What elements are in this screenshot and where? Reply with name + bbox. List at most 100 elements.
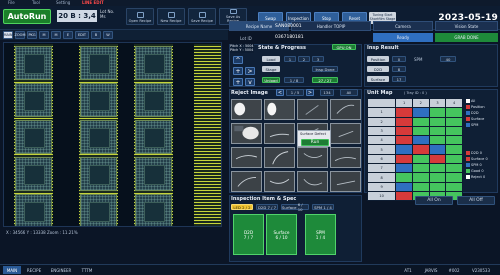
reject-thumbnail[interactable] — [297, 171, 328, 192]
nav-right-button[interactable]: > — [245, 67, 255, 75]
all-off-button[interactable]: All Off — [457, 196, 495, 205]
slot-1[interactable]: 1 — [284, 56, 296, 62]
unit-map-cell[interactable] — [445, 116, 463, 127]
all-on-button[interactable]: All On — [415, 196, 453, 205]
unit-map-cell[interactable] — [395, 172, 413, 183]
view-pkg-button[interactable]: PKG — [27, 31, 37, 39]
nav-add-button[interactable]: + — [233, 78, 243, 86]
reject-thumbnail[interactable] — [231, 147, 262, 168]
spec-chip-surface[interactable]: Surface 6 / 10 — [281, 202, 309, 212]
reject-thumbnail[interactable] — [297, 147, 328, 168]
view-edit-button[interactable]: EDIT — [75, 31, 89, 39]
spec-chip-d2d[interactable]: D2D 7 / 7 — [256, 204, 278, 210]
reject-thumbnail[interactable] — [264, 123, 295, 144]
unit-map-cell[interactable] — [395, 125, 413, 137]
spec-card-surface[interactable]: Surface 6 / 10 — [266, 214, 297, 255]
menu-file[interactable]: File — [8, 0, 15, 5]
unit-map-cell[interactable] — [445, 172, 463, 183]
bottom-tab-recipe[interactable]: RECIPE — [23, 266, 45, 274]
unit-map-cell[interactable] — [395, 107, 413, 118]
reject-thumbnail[interactable] — [231, 99, 262, 120]
unit-map-cell[interactable] — [428, 172, 447, 183]
unit-map-cell[interactable] — [411, 163, 430, 174]
reject-thumbnail[interactable] — [231, 123, 262, 144]
unit-map-cell[interactable] — [411, 144, 430, 155]
unit-map-cell[interactable] — [428, 144, 447, 155]
unit-map-cell[interactable] — [428, 163, 447, 174]
tab-vision-state[interactable]: Vision State — [435, 21, 498, 31]
unit-map-cell[interactable] — [428, 135, 447, 146]
bottom-tab-main[interactable]: MAIN — [3, 266, 21, 274]
unit-map-cell[interactable] — [395, 163, 413, 174]
reject-thumbnail[interactable] — [330, 123, 361, 144]
spec-card-d2d[interactable]: D2D 7 / 7 — [233, 214, 264, 255]
open-recipe-button[interactable]: Open Recipe — [126, 8, 154, 25]
menu-setting[interactable]: Setting — [56, 0, 70, 5]
unit-map-cell[interactable] — [395, 135, 413, 146]
unit-map-cell[interactable] — [445, 144, 463, 155]
unit-map-cell[interactable] — [445, 181, 463, 192]
nav-up-button[interactable]: ^ — [233, 56, 243, 64]
menu-tool[interactable]: Tool — [32, 0, 40, 5]
bottom-tab-engineer[interactable]: ENGINEER — [47, 266, 75, 274]
next-page-button[interactable]: > — [306, 89, 314, 96]
unit-map-cell[interactable] — [445, 125, 463, 137]
view-m1-button[interactable]: M — [39, 31, 49, 39]
unit-map-cell[interactable] — [445, 135, 463, 146]
prev-page-button[interactable]: < — [276, 89, 284, 96]
unit-map-cell[interactable] — [395, 153, 413, 165]
view-m2-button[interactable]: M — [51, 31, 61, 39]
new-recipe-button[interactable]: New Recipe — [157, 8, 185, 25]
unit-map-cell[interactable] — [428, 107, 447, 118]
unit-map-cell[interactable] — [428, 116, 447, 127]
reject-thumbnail[interactable] — [297, 99, 328, 120]
legend-item[interactable]: SPM — [466, 122, 485, 128]
reject-thumbnail[interactable] — [330, 99, 361, 120]
reject-thumbnail[interactable] — [330, 147, 361, 168]
unit-map-cell[interactable] — [411, 125, 430, 137]
unit-map-cell[interactable] — [428, 125, 447, 137]
unload-button[interactable]: Unload — [262, 77, 280, 83]
unit-map-cell[interactable] — [411, 181, 430, 192]
unit-map-cell[interactable] — [445, 107, 463, 118]
unit-map-cell[interactable] — [411, 153, 430, 165]
reject-all-button[interactable]: All — [340, 89, 358, 96]
popup-run-button[interactable]: Run — [301, 139, 329, 146]
reject-thumbnail[interactable] — [231, 171, 262, 192]
view-zoom-button[interactable]: ZOOM — [15, 31, 25, 39]
slot-2[interactable]: 2 — [298, 56, 310, 62]
view-b-button[interactable]: B — [91, 31, 101, 39]
unit-map-cell[interactable] — [411, 107, 430, 118]
reject-thumbnail[interactable] — [330, 171, 361, 192]
tab-camera[interactable]: Camera — [373, 21, 433, 31]
spec-chip-led[interactable]: LED 2 / 2 — [231, 204, 253, 210]
unit-map-cell[interactable] — [445, 153, 463, 165]
unit-map-cell[interactable] — [395, 190, 413, 202]
view-w-button[interactable]: W — [103, 31, 113, 39]
reject-thumbnail[interactable] — [264, 99, 295, 120]
reject-thumbnail[interactable] — [264, 171, 295, 192]
unit-map-cell[interactable] — [411, 135, 430, 146]
unit-map-cell[interactable] — [428, 153, 447, 165]
unit-map-grid[interactable]: 1 2 3 4 1 2 3 4 5 6 7 8 9 10 — [366, 97, 463, 202]
nav-down-button[interactable]: v — [245, 78, 255, 86]
unit-map-cell[interactable] — [411, 172, 430, 183]
save-recipe-button[interactable]: Save Recipe — [188, 8, 216, 25]
unit-map-cell[interactable] — [395, 116, 413, 127]
unit-map-cell[interactable] — [411, 116, 430, 127]
tab-handler[interactable]: Handler TOPIP — [291, 21, 371, 31]
bottom-tab-tttm[interactable]: TTTM — [77, 266, 97, 274]
nav-plus-button[interactable]: + — [233, 67, 243, 75]
wafer-image-view[interactable] — [3, 42, 222, 227]
autorun-button[interactable]: AutoRun — [3, 9, 51, 24]
reject-thumbnail[interactable] — [264, 147, 295, 168]
unit-map-cell[interactable] — [428, 181, 447, 192]
spec-chip-spm[interactable]: SPM 1 / 4 — [312, 204, 334, 210]
unit-map-cell[interactable] — [445, 163, 463, 174]
view-main-button[interactable]: MAIN — [3, 31, 13, 39]
view-e-button[interactable]: E — [63, 31, 73, 39]
spec-card-spm[interactable]: SPM 1 / 4 — [305, 214, 336, 255]
slot-3[interactable]: 3 — [312, 56, 324, 62]
unit-map-cell[interactable] — [395, 144, 413, 155]
unit-map-cell[interactable] — [395, 181, 413, 192]
